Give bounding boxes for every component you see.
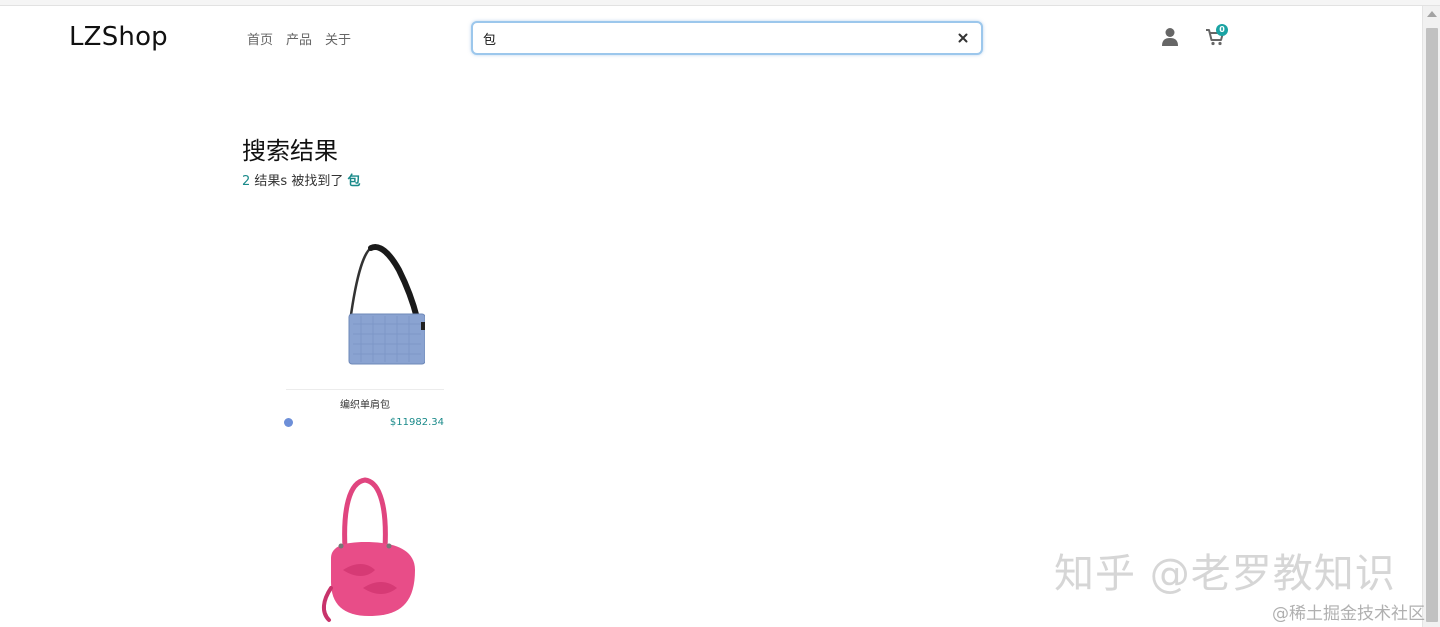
pink-shoulder-bag-image	[322, 477, 415, 622]
product-name[interactable]: 编织单肩包	[284, 396, 446, 411]
results-summary: 2 结果s 被找到了 包	[242, 170, 360, 189]
product-image[interactable]	[284, 225, 446, 375]
close-icon	[958, 33, 968, 43]
page-title: 搜索结果	[242, 137, 338, 165]
color-swatch[interactable]	[284, 418, 293, 427]
nav-products[interactable]: 产品	[286, 29, 312, 48]
nav-home[interactable]: 首页	[247, 29, 273, 48]
cart-count-badge: 0	[1216, 24, 1228, 36]
scroll-thumb[interactable]	[1426, 28, 1438, 622]
vertical-scrollbar[interactable]	[1422, 6, 1440, 627]
product-card[interactable]: 编织单肩包 $11982.34	[284, 225, 446, 435]
main-nav: 首页 产品 关于	[247, 29, 351, 48]
results-found-text: 结果s 被找到了	[250, 174, 348, 189]
scroll-up-arrow-icon[interactable]	[1427, 11, 1437, 17]
product-card[interactable]	[284, 470, 446, 627]
search-query: 包	[347, 174, 361, 189]
product-price: $11982.34	[389, 417, 444, 428]
card-divider	[286, 389, 444, 390]
blue-woven-shoulder-bag-image	[348, 244, 425, 365]
search-box	[471, 21, 983, 55]
product-image[interactable]	[284, 470, 446, 627]
watermark-zhihu: 知乎 @老罗教知识	[1054, 551, 1396, 597]
site-logo[interactable]: LZShop	[69, 22, 168, 52]
product-meta: $11982.34	[284, 417, 446, 428]
search-input[interactable]	[483, 28, 943, 48]
browser-top-edge	[0, 0, 1440, 6]
clear-search-button[interactable]	[954, 29, 972, 47]
user-icon[interactable]	[1161, 27, 1179, 47]
nav-about[interactable]: 关于	[325, 29, 351, 48]
watermark-juejin: @稀土掘金技术社区	[1272, 604, 1425, 624]
